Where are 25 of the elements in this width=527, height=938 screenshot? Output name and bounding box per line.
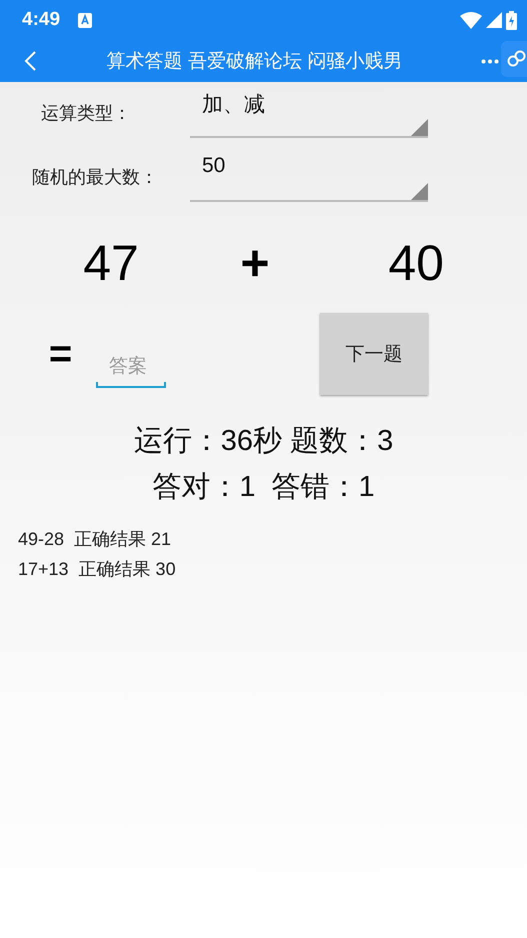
operator-sign: + xyxy=(240,234,270,292)
more-icon[interactable] xyxy=(481,59,499,64)
stats-line: 答对：1 答错：1 xyxy=(152,470,375,505)
wifi-icon xyxy=(460,11,482,29)
clock-time: 4:49 xyxy=(22,9,60,31)
answer-field[interactable]: 答案 xyxy=(96,348,166,388)
dropdown-arrow-icon xyxy=(411,119,428,136)
link-button[interactable] xyxy=(501,41,527,77)
stats-line: 运行：36秒 题数：3 xyxy=(134,424,394,459)
notification-icon xyxy=(78,12,92,28)
app-title: 算术答题 吾爱破解论坛 闷骚小贱男 xyxy=(106,50,404,74)
next-question-button[interactable]: 下一题 xyxy=(320,313,428,395)
battery-icon xyxy=(506,10,517,30)
setting-label: 随机的最大数： xyxy=(31,166,159,189)
dropdown[interactable]: 50 xyxy=(190,152,428,202)
dropdown-arrow-icon xyxy=(411,183,428,200)
history-entry: 17+13 正确结果 30 xyxy=(18,558,177,581)
signal-icon xyxy=(486,12,502,28)
setting-label: 运算类型： xyxy=(40,102,132,125)
history-entry: 49-28 正确结果 21 xyxy=(18,528,172,551)
first-operand: 47 xyxy=(83,234,139,292)
dropdown[interactable]: 加、减 xyxy=(190,88,428,138)
second-operand: 40 xyxy=(388,234,444,292)
link-icon xyxy=(507,50,527,68)
equals-sign: = xyxy=(48,332,72,376)
